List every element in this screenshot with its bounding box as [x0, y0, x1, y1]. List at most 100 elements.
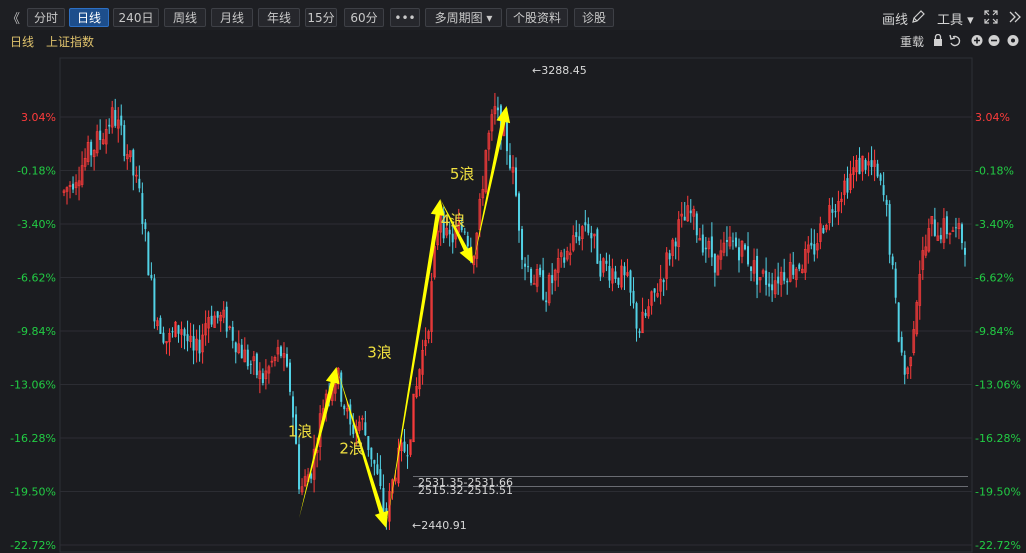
candle-body [644, 312, 647, 316]
y-tick-left: -3.40% [17, 218, 56, 231]
multi-period-dropdown[interactable]: 多周期图 ▾ [425, 8, 502, 27]
candle-body [777, 276, 780, 284]
candle-body [864, 159, 867, 170]
candle-body [638, 331, 641, 333]
candle-body [231, 326, 234, 341]
candle-body [744, 244, 747, 250]
candle-body [747, 246, 750, 265]
candle-body [885, 199, 888, 205]
tools-dropdown[interactable]: 工具 ▾ [937, 9, 974, 28]
15min-button[interactable]: 15分 [305, 8, 337, 27]
candle-body [367, 436, 370, 450]
candle-body [596, 229, 599, 264]
yearly-button[interactable]: 年线 [258, 8, 300, 27]
candle-body [144, 222, 147, 230]
candle-body [834, 211, 837, 213]
y-tick-left: -22.72% [10, 539, 56, 552]
y-tick-left: -0.18% [17, 165, 56, 178]
candle-body [765, 270, 768, 285]
240-day-button[interactable]: 240日 [113, 8, 159, 27]
candle-body [518, 193, 521, 231]
candle-body [725, 239, 728, 242]
candle-body [406, 455, 409, 457]
period-label: 日线 [10, 35, 35, 49]
index-name: 上证指数 [46, 35, 95, 49]
draw-line-button[interactable]: 画线 [882, 9, 908, 28]
monthly-button[interactable]: 月线 [211, 8, 253, 27]
y-tick-right: -22.72% [975, 539, 1021, 552]
candle-body [960, 224, 963, 243]
daily-button[interactable]: 日线 [69, 8, 109, 27]
y-tick-left: 3.04% [21, 111, 56, 124]
candle-body [292, 396, 295, 418]
candle-body [891, 256, 894, 266]
candle-body [364, 422, 367, 436]
candle-body [99, 130, 102, 141]
candle-body [120, 115, 123, 126]
zoom-out-icon[interactable] [988, 35, 1000, 46]
candle-body [617, 277, 620, 285]
candle-body [379, 469, 382, 486]
candle-body [376, 464, 379, 474]
candle-body [186, 334, 189, 342]
candle-body [786, 280, 789, 283]
candle-body [246, 349, 249, 367]
lock-icon[interactable] [934, 34, 942, 47]
candle-body [285, 353, 288, 367]
fullscreen-icon[interactable] [984, 10, 998, 24]
y-tick-left: -6.62% [17, 272, 56, 285]
candle-body [629, 270, 632, 293]
y-tick-left: -16.28% [10, 432, 56, 445]
y-tick-left: -9.84% [17, 325, 56, 338]
candle-body [108, 124, 111, 127]
candle-body [810, 242, 813, 246]
candle-body [515, 167, 517, 196]
collapse-right-icon[interactable] [1008, 10, 1022, 24]
candle-body [153, 278, 156, 322]
candle-body [289, 362, 291, 392]
pencil-icon[interactable] [911, 10, 925, 24]
60min-button[interactable]: 60分 [344, 8, 384, 27]
restore-button[interactable]: 重载 [900, 33, 924, 50]
candle-body [466, 235, 469, 247]
candle-body [792, 264, 795, 275]
wave-label: 5浪 [450, 165, 475, 183]
chart-info-bar [0, 30, 1026, 50]
weekly-button[interactable]: 周线 [164, 8, 206, 27]
intraday-button[interactable]: 分时 [27, 8, 65, 27]
candle-body [737, 247, 740, 261]
settings-icon[interactable] [1007, 35, 1019, 46]
candle-body [539, 267, 542, 275]
diagnosis-button[interactable]: 诊股 [574, 8, 614, 27]
candle-body [505, 118, 508, 152]
candle-body [798, 264, 801, 269]
wave-label: 3浪 [367, 344, 392, 362]
candle-body [159, 317, 162, 334]
price-annotation-low: ←2440.91 [412, 519, 467, 532]
candle-body [340, 372, 343, 402]
candle-body [524, 263, 527, 267]
y-tick-right: -19.50% [975, 486, 1021, 499]
zoom-in-icon[interactable] [971, 35, 983, 46]
candle-body [963, 247, 966, 255]
candle-body [183, 329, 186, 336]
price-annotation-level: 2515.32-2515.51 [418, 484, 513, 497]
candle-body [668, 253, 671, 260]
y-axis-right: 3.04% -0.18% -3.40% -6.62% -9.84% -13.06% -16.… [975, 111, 1021, 552]
candle-body [545, 300, 548, 303]
candle-body [683, 216, 686, 221]
stock-profile-button[interactable]: 个股资料 [506, 8, 568, 27]
candle-body [249, 363, 252, 365]
y-tick-right: -6.62% [975, 272, 1014, 285]
candle-body [587, 224, 590, 233]
candle-body [731, 240, 734, 242]
more-button[interactable]: ••• [390, 8, 420, 27]
candle-body [72, 183, 75, 190]
price-chart[interactable]: 3.04% -0.18% -3.40% -6.62% -9.84% -13.06% -16.… [0, 50, 1026, 553]
candle-body [939, 235, 942, 240]
candle-body [900, 336, 903, 353]
candle-body [532, 283, 536, 285]
undo-icon[interactable] [949, 34, 961, 47]
collapse-left-icon[interactable]: 《 [7, 8, 20, 27]
candle-body [463, 231, 466, 233]
